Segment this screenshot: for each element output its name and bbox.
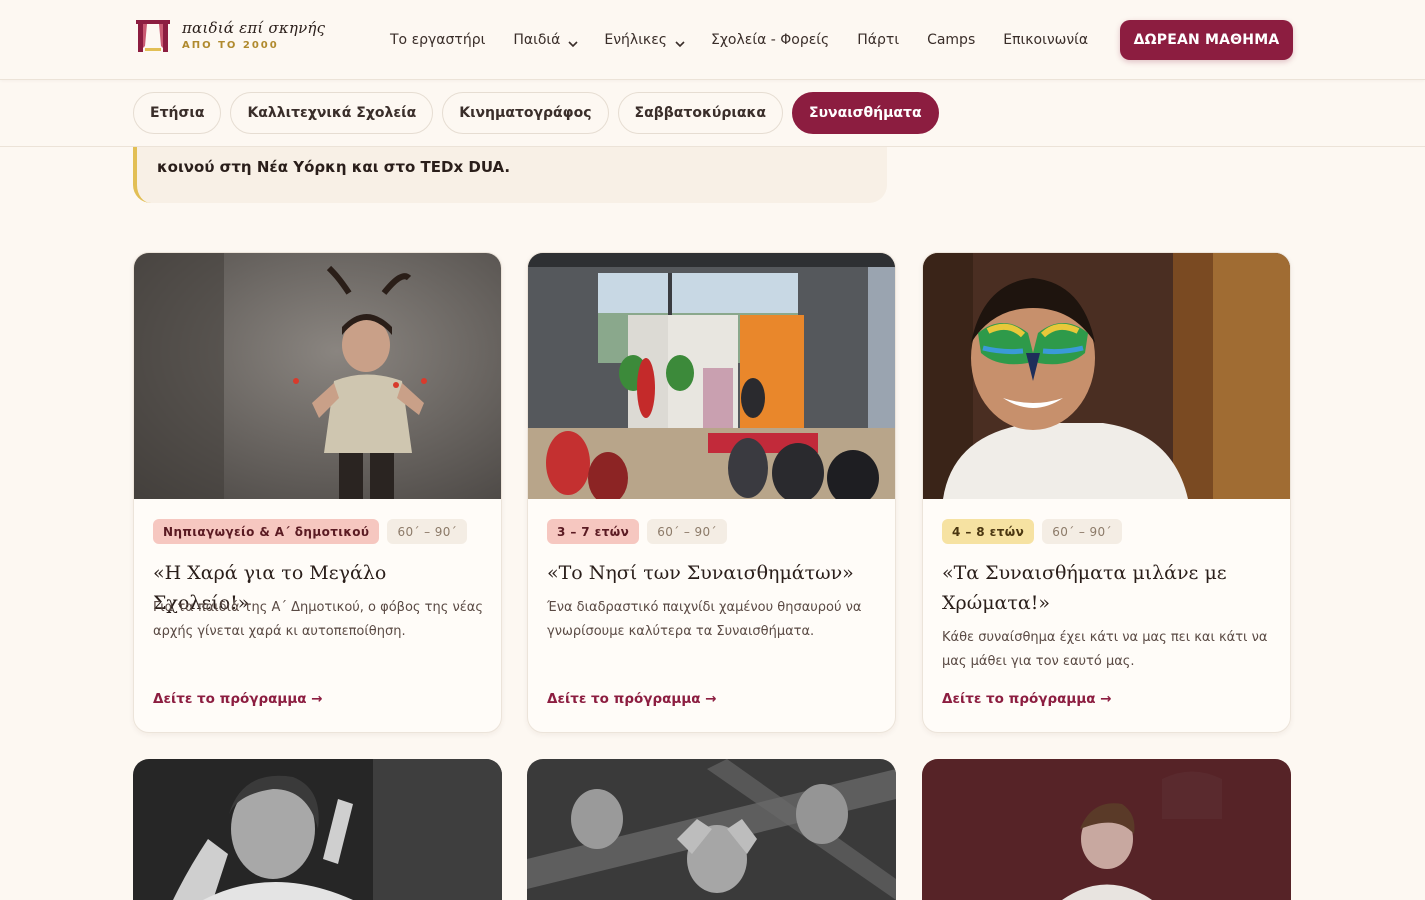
view-program-link[interactable]: Δείτε το πρόγραμμα → [942, 691, 1112, 707]
card-photo-dancing-girl [134, 253, 501, 499]
card-description: Για τα παιδιά της Α΄ Δημοτικού, ο φόβος … [153, 600, 484, 639]
stage-curtain-icon [136, 18, 170, 54]
free-lesson-button[interactable]: ΔΩΡΕΑΝ ΜΑΘΗΜΑ [1120, 20, 1293, 60]
age-badge: Νηπιαγωγείο & Α΄ δημοτικού [153, 519, 380, 544]
card-title: «Το Νησί των Συναισθημάτων» [547, 562, 854, 584]
view-program-link[interactable]: Δείτε το πρόγραμμα → [153, 691, 323, 707]
view-program-link[interactable]: Δείτε το πρόγραμμα → [547, 691, 717, 707]
card-photo-face-paint-boy [923, 253, 1290, 499]
program-card[interactable]: 3 – 7 ετών 60΄ – 90΄ «Το Νησί των Συναισ… [527, 252, 896, 733]
age-badge: 3 – 7 ετών [547, 519, 640, 544]
nav-schools[interactable]: Σχολεία - Φορείς [711, 32, 829, 48]
nav-adults[interactable]: Ενήλικες [604, 32, 685, 48]
logo[interactable]: παιδιά επί σκηνής ΑΠΟ ΤΟ 2000 [136, 18, 325, 54]
filter-art-schools[interactable]: Καλλιτεχνικά Σχολεία [230, 92, 434, 134]
logo-subtitle: ΑΠΟ ΤΟ 2000 [182, 40, 279, 51]
chevron-down-icon [675, 36, 685, 48]
nav-children[interactable]: Παιδιά [513, 32, 578, 48]
duration-badge: 60΄ – 90΄ [1042, 519, 1122, 544]
nav-workshop[interactable]: Το εργαστήρι [390, 32, 485, 48]
age-badge: 4 – 8 ετών [942, 519, 1035, 544]
card-photo-scared-kids[interactable] [527, 759, 896, 900]
chevron-down-icon [568, 36, 578, 48]
duration-badge: 60΄ – 90΄ [647, 519, 727, 544]
filter-cinema[interactable]: Κινηματογράφος [442, 92, 609, 134]
card-photo-boy-stage[interactable] [922, 759, 1291, 900]
program-card[interactable]: 4 – 8 ετών 60΄ – 90΄ «Τα Συναισθήματα μι… [922, 252, 1291, 733]
logo-title: παιδιά επί σκηνής [182, 19, 326, 37]
program-card[interactable]: Νηπιαγωγείο & Α΄ δημοτικού 60΄ – 90΄ «Η … [133, 252, 502, 733]
filter-weekends[interactable]: Σαββατοκύριακα [617, 92, 784, 134]
card-description: Κάθε συναίσθημα έχει κάτι να μας πει και… [942, 630, 1268, 669]
nav-party[interactable]: Πάρτι [857, 32, 899, 48]
filter-annual[interactable]: Ετήσια [133, 92, 222, 134]
card-description: Ένα διαδραστικό παιχνίδι χαμένου θησαυρο… [547, 600, 862, 639]
nav-contact[interactable]: Επικοινωνία [1003, 32, 1088, 48]
duration-badge: 60΄ – 90΄ [387, 519, 468, 544]
category-filter-bar: Ετήσια Καλλιτεχνικά Σχολεία Κινηματογράφ… [0, 80, 1425, 147]
nav-camps[interactable]: Camps [927, 32, 975, 48]
card-photo-singing-girl[interactable] [133, 759, 502, 900]
main-nav: Το εργαστήρι Παιδιά Ενήλικες Σχολεία - Φ… [390, 0, 1116, 80]
card-photo-classroom-play [528, 253, 895, 499]
filter-emotions[interactable]: Συναισθήματα [792, 92, 939, 134]
site-header: παιδιά επί σκηνής ΑΠΟ ΤΟ 2000 Το εργαστή… [0, 0, 1425, 80]
quote-text: κοινού στη Νέα Υόρκη και στο TEDx DUA. [157, 158, 511, 176]
card-title: «Τα Συναισθήματα μιλάνε με Χρώματα!» [942, 562, 1227, 614]
